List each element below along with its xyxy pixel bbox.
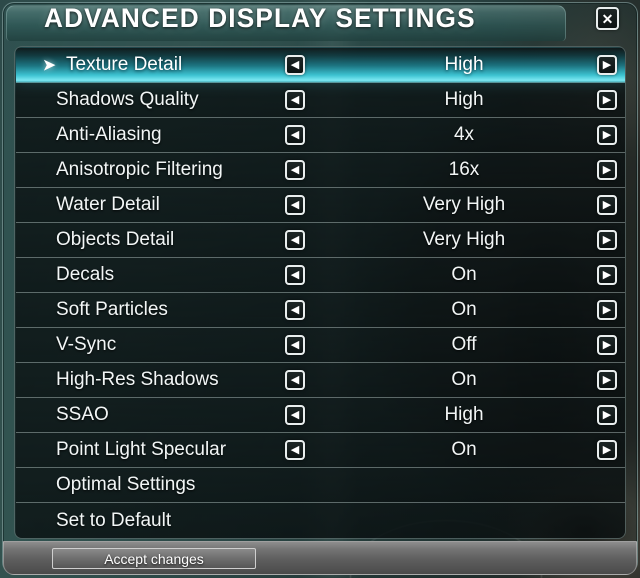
- setting-row[interactable]: Point Light Specular ◀ On ▶: [16, 433, 625, 468]
- selection-marker-icon: ➤: [42, 55, 57, 75]
- setting-label: Anti-Aliasing: [56, 124, 162, 145]
- decrease-value-left-arrow-icon[interactable]: ◀: [285, 55, 305, 75]
- increase-value-right-arrow-icon[interactable]: ▶: [597, 265, 617, 285]
- setting-label: Texture Detail: [66, 54, 183, 75]
- increase-value-right-arrow-icon[interactable]: ▶: [597, 440, 617, 460]
- decrease-value-left-arrow-icon[interactable]: ◀: [285, 230, 305, 250]
- increase-value-right-arrow-icon[interactable]: ▶: [597, 125, 617, 145]
- setting-value: On: [451, 439, 477, 460]
- decrease-value-left-arrow-icon[interactable]: ◀: [285, 125, 305, 145]
- setting-label: Point Light Specular: [56, 439, 227, 460]
- setting-value: Off: [451, 334, 477, 355]
- decrease-value-left-arrow-icon[interactable]: ◀: [285, 265, 305, 285]
- settings-list-panel: ➤ Texture Detail ◀ High ▶ Shadows Quality ◀ Hig…: [14, 46, 626, 539]
- setting-row[interactable]: Soft Particles ◀ On ▶: [16, 293, 625, 328]
- setting-row[interactable]: High-Res Shadows ◀ On ▶: [16, 363, 625, 398]
- footer-bar: Accept changes: [3, 541, 637, 575]
- decrease-value-left-arrow-icon[interactable]: ◀: [285, 440, 305, 460]
- setting-label: Shadows Quality: [56, 89, 199, 110]
- setting-value: On: [451, 264, 477, 285]
- setting-label: Set to Default: [56, 509, 172, 531]
- setting-label: Water Detail: [56, 194, 160, 215]
- setting-label: High-Res Shadows: [56, 369, 219, 390]
- close-icon[interactable]: ✕: [596, 7, 619, 30]
- increase-value-right-arrow-icon[interactable]: ▶: [597, 55, 617, 75]
- increase-value-right-arrow-icon[interactable]: ▶: [597, 405, 617, 425]
- setting-value: Very High: [422, 229, 506, 250]
- decrease-value-left-arrow-icon[interactable]: ◀: [285, 160, 305, 180]
- setting-row[interactable]: Set to Default: [16, 503, 625, 538]
- increase-value-right-arrow-icon[interactable]: ▶: [597, 230, 617, 250]
- setting-row[interactable]: Water Detail ◀ Very High ▶: [16, 188, 625, 223]
- settings-window: ADVANCED DISPLAY SETTINGS ✕ ➤ Texture Det…: [0, 0, 640, 578]
- setting-row[interactable]: Anisotropic Filtering ◀ 16x ▶: [16, 153, 625, 188]
- decrease-value-left-arrow-icon[interactable]: ◀: [285, 405, 305, 425]
- decrease-value-left-arrow-icon[interactable]: ◀: [285, 300, 305, 320]
- setting-value: High: [444, 54, 484, 75]
- page-title: ADVANCED DISPLAY SETTINGS: [44, 3, 476, 33]
- setting-value: High: [444, 89, 484, 110]
- setting-value: 16x: [448, 159, 480, 180]
- setting-value: Very High: [422, 194, 506, 215]
- setting-row[interactable]: Optimal Settings: [16, 468, 625, 503]
- setting-label: Optimal Settings: [56, 474, 196, 495]
- increase-value-right-arrow-icon[interactable]: ▶: [597, 335, 617, 355]
- setting-label: Objects Detail: [56, 229, 175, 250]
- decrease-value-left-arrow-icon[interactable]: ◀: [285, 370, 305, 390]
- setting-label: Decals: [56, 264, 115, 285]
- settings-rows: ➤ Texture Detail ◀ High ▶ Shadows Quality ◀ Hig…: [16, 48, 625, 538]
- setting-row[interactable]: Objects Detail ◀ Very High ▶: [16, 223, 625, 258]
- setting-row[interactable]: V-Sync ◀ Off ▶: [16, 328, 625, 363]
- decrease-value-left-arrow-icon[interactable]: ◀: [285, 195, 305, 215]
- setting-row[interactable]: Anti-Aliasing ◀ 4x ▶: [16, 118, 625, 153]
- setting-value: High: [444, 404, 484, 425]
- setting-label: Anisotropic Filtering: [56, 159, 223, 180]
- setting-value: On: [451, 369, 477, 390]
- decrease-value-left-arrow-icon[interactable]: ◀: [285, 90, 305, 110]
- setting-row[interactable]: Shadows Quality ◀ High ▶: [16, 83, 625, 118]
- setting-label: V-Sync: [56, 334, 117, 355]
- setting-value: On: [451, 299, 477, 320]
- setting-value: 4x: [453, 124, 475, 145]
- setting-row[interactable]: ➤ Texture Detail ◀ High ▶: [16, 48, 625, 83]
- setting-label: Soft Particles: [56, 299, 168, 320]
- accept-changes-button[interactable]: Accept changes: [52, 548, 256, 569]
- setting-label: SSAO: [56, 404, 109, 425]
- increase-value-right-arrow-icon[interactable]: ▶: [597, 370, 617, 390]
- increase-value-right-arrow-icon[interactable]: ▶: [597, 195, 617, 215]
- setting-row[interactable]: SSAO ◀ High ▶: [16, 398, 625, 433]
- game-settings-screen: ADVANCED DISPLAY SETTINGS ✕ ➤ Texture Det…: [0, 0, 640, 578]
- increase-value-right-arrow-icon[interactable]: ▶: [597, 90, 617, 110]
- decrease-value-left-arrow-icon[interactable]: ◀: [285, 335, 305, 355]
- increase-value-right-arrow-icon[interactable]: ▶: [597, 300, 617, 320]
- setting-row[interactable]: Decals ◀ On ▶: [16, 258, 625, 293]
- increase-value-right-arrow-icon[interactable]: ▶: [597, 160, 617, 180]
